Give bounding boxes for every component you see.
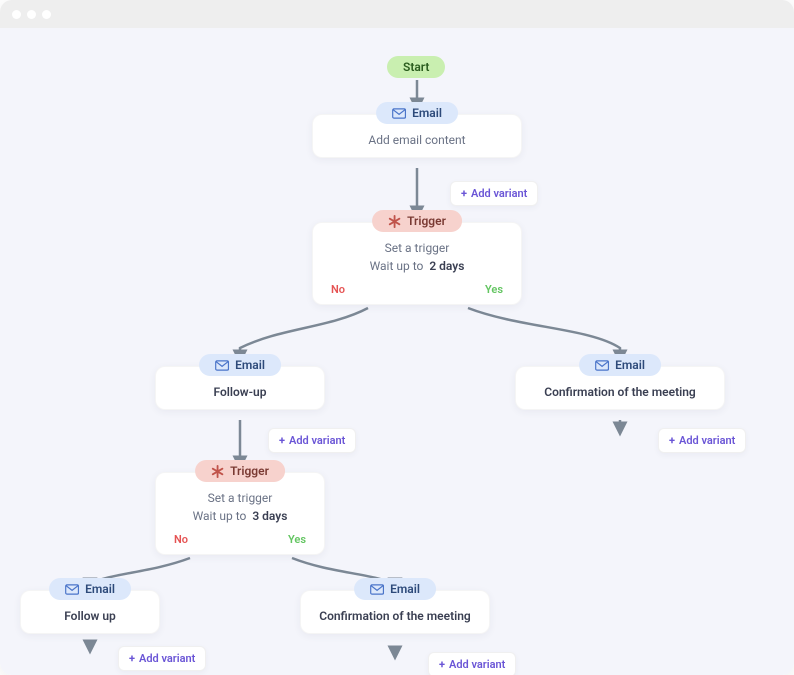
email-node[interactable]: Email Follow-up bbox=[155, 366, 325, 410]
start-pill: Start bbox=[387, 56, 445, 78]
email-node[interactable]: Email Confirmation of the meeting bbox=[515, 366, 725, 410]
plus-icon: + bbox=[461, 187, 467, 200]
branch-no: No bbox=[174, 533, 188, 546]
add-variant-button[interactable]: + Add variant bbox=[268, 428, 356, 453]
add-variant-label: Add variant bbox=[139, 652, 195, 665]
trigger-line1: Set a trigger bbox=[327, 241, 507, 255]
add-variant-button[interactable]: + Add variant bbox=[450, 181, 538, 206]
wait-prefix: Wait up to bbox=[193, 509, 247, 523]
add-variant-label: Add variant bbox=[679, 434, 735, 447]
add-variant-button[interactable]: + Add variant bbox=[118, 646, 206, 671]
wait-prefix: Wait up to bbox=[370, 259, 424, 273]
trigger-body: Set a trigger Wait up to 2 days bbox=[313, 223, 521, 283]
email-pill: Email bbox=[199, 354, 281, 376]
add-variant-button[interactable]: + Add variant bbox=[428, 652, 516, 675]
asterisk-icon bbox=[388, 215, 401, 228]
plus-icon: + bbox=[279, 434, 285, 447]
email-pill: Email bbox=[49, 578, 131, 600]
asterisk-icon bbox=[211, 465, 224, 478]
trigger-node[interactable]: Trigger Set a trigger Wait up to 2 days … bbox=[312, 222, 522, 305]
email-node[interactable]: Email Follow up bbox=[20, 590, 160, 634]
email-pill-label: Email bbox=[235, 358, 265, 372]
email-pill: Email bbox=[354, 578, 436, 600]
start-label: Start bbox=[403, 60, 429, 74]
email-pill-label: Email bbox=[615, 358, 645, 372]
plus-icon: + bbox=[669, 434, 675, 447]
mail-icon bbox=[215, 360, 229, 371]
add-variant-label: Add variant bbox=[471, 187, 527, 200]
add-variant-button[interactable]: + Add variant bbox=[658, 428, 746, 453]
trigger-body: Set a trigger Wait up to 3 days bbox=[156, 473, 324, 533]
app-window: Start Email Add email content + Add vari… bbox=[0, 0, 794, 675]
mail-icon bbox=[65, 584, 79, 595]
trigger-pill: Trigger bbox=[372, 210, 462, 232]
email-node[interactable]: Email Add email content bbox=[312, 114, 522, 158]
trigger-node[interactable]: Trigger Set a trigger Wait up to 3 days … bbox=[155, 472, 325, 555]
window-dot bbox=[27, 10, 36, 19]
trigger-branches: No Yes bbox=[156, 533, 324, 554]
start-node[interactable]: Start bbox=[387, 56, 445, 78]
trigger-pill: Trigger bbox=[195, 460, 285, 482]
workflow-canvas[interactable]: Start Email Add email content + Add vari… bbox=[0, 28, 794, 675]
trigger-line1: Set a trigger bbox=[170, 491, 310, 505]
plus-icon: + bbox=[129, 652, 135, 665]
window-titlebar bbox=[0, 0, 794, 28]
email-node[interactable]: Email Confirmation of the meeting bbox=[300, 590, 490, 634]
email-pill-label: Email bbox=[85, 582, 115, 596]
mail-icon bbox=[370, 584, 384, 595]
branch-yes: Yes bbox=[288, 533, 306, 546]
branch-no: No bbox=[331, 283, 345, 296]
wait-value: 3 days bbox=[252, 509, 287, 523]
email-pill-label: Email bbox=[412, 106, 442, 120]
window-dot bbox=[12, 10, 21, 19]
email-pill: Email bbox=[376, 102, 458, 124]
add-variant-label: Add variant bbox=[289, 434, 345, 447]
trigger-pill-label: Trigger bbox=[230, 464, 269, 478]
mail-icon bbox=[595, 360, 609, 371]
plus-icon: + bbox=[439, 658, 445, 671]
email-pill-label: Email bbox=[390, 582, 420, 596]
add-variant-label: Add variant bbox=[449, 658, 505, 671]
wait-value: 2 days bbox=[429, 259, 464, 273]
branch-yes: Yes bbox=[485, 283, 503, 296]
trigger-pill-label: Trigger bbox=[407, 214, 446, 228]
trigger-branches: No Yes bbox=[313, 283, 521, 304]
mail-icon bbox=[392, 108, 406, 119]
email-pill: Email bbox=[579, 354, 661, 376]
window-dot bbox=[42, 10, 51, 19]
